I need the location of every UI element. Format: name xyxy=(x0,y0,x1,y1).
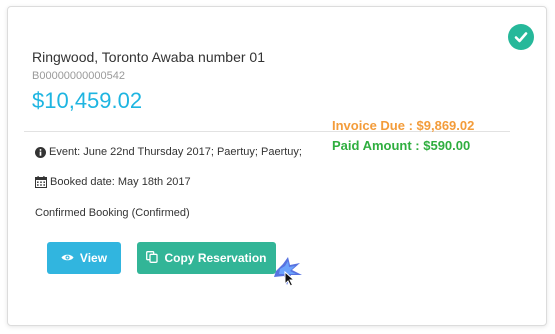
copy-button-label: Copy Reservation xyxy=(164,251,267,265)
booked-date-text: Booked date: May 18th 2017 xyxy=(50,176,191,188)
view-button[interactable]: View xyxy=(47,242,121,274)
paid-amount: Paid Amount : $590.00 xyxy=(332,138,471,153)
copy-reservation-button[interactable]: Copy Reservation xyxy=(137,242,276,274)
info-circle-icon xyxy=(35,146,46,158)
booking-title: Ringwood, Toronto Awaba number 01 xyxy=(32,49,265,65)
booking-total: $10,459.02 xyxy=(32,88,143,113)
copy-icon xyxy=(146,250,159,266)
mouse-pointer-icon xyxy=(270,255,308,289)
booked-date-info: Booked date: May 18th 2017 xyxy=(35,176,191,188)
event-text: Event: June 22nd Thursday 2017; Paertuy;… xyxy=(49,146,302,158)
booking-id: B00000000000542 xyxy=(32,70,125,82)
event-info: Event: June 22nd Thursday 2017; Paertuy;… xyxy=(35,146,302,158)
view-button-label: View xyxy=(79,251,108,265)
invoice-due: Invoice Due : $9,869.02 xyxy=(332,118,475,133)
booking-status-text: Confirmed Booking (Confirmed) xyxy=(35,207,190,219)
calendar-icon xyxy=(35,176,47,188)
check-circle-icon xyxy=(508,24,534,50)
booking-status: Confirmed Booking (Confirmed) xyxy=(35,207,190,219)
eye-icon xyxy=(61,251,74,265)
